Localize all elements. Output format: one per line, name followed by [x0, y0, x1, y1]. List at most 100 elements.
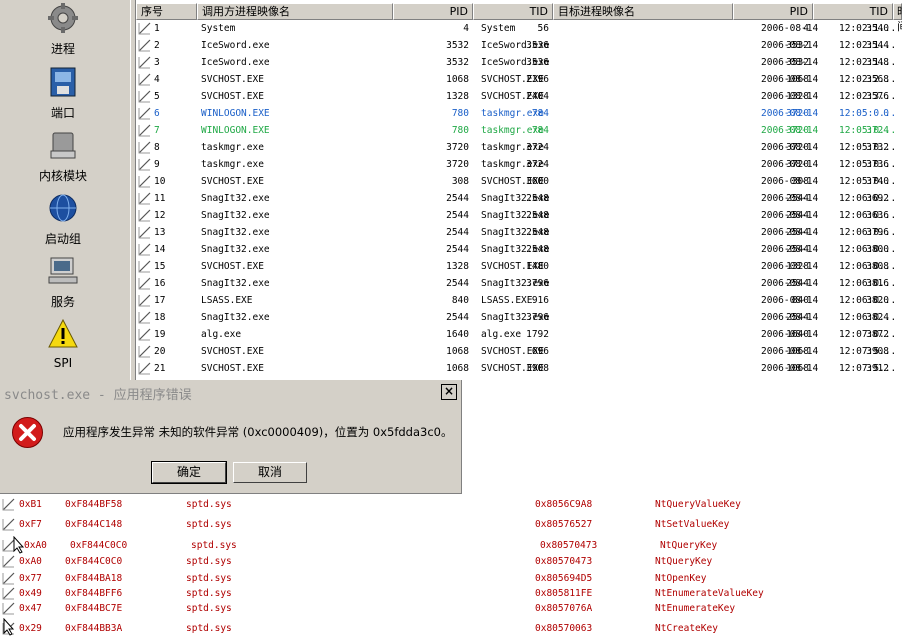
column-header-caller-tid[interactable]: TID: [473, 3, 553, 20]
cell-module: sptd.sys: [191, 540, 237, 551]
cancel-button[interactable]: 取消: [233, 462, 307, 483]
cell-target-image: SnagIt32.exe: [481, 312, 550, 323]
cell-time: 12:05:0...: [839, 108, 897, 119]
cell-target-image: SnagIt32.exe: [481, 278, 550, 289]
cell-target-image: taskmgr.exe: [481, 108, 544, 119]
cell-caller-image: SnagIt32.exe: [201, 312, 270, 323]
row-item-icon: [2, 518, 15, 531]
table-row[interactable]: 6 WINLOGON.EXE 780 784 taskmgr.exe 3720 0 2006-…: [136, 105, 902, 122]
cell-caller-pid: 1328: [446, 261, 469, 272]
table-row[interactable]: 7 WINLOGON.EXE 780 784 taskmgr.exe 3720 3724 20…: [136, 122, 902, 139]
cell-date: 2006-08-14: [761, 176, 819, 187]
gear-icon: [48, 3, 78, 33]
table-row[interactable]: 9 taskmgr.exe 3720 3724 taskmgr.exe 3720 3736 2…: [136, 156, 902, 173]
cell-no: 17: [154, 295, 166, 306]
ok-button[interactable]: 确定: [151, 461, 227, 484]
table-row[interactable]: 3 IceSword.exe 3532 3536 IceSword.exe 3532 354…: [136, 54, 902, 71]
table-row[interactable]: 5 SVCHOST.EXE 1328 2404 SVCHOST.EXE 1328 3576 2…: [136, 88, 902, 105]
cell-target-image: SnagIt32.exe: [481, 210, 550, 221]
list-item[interactable]: 0x29 0xF844BB3A sptd.sys 0x80570063 NtCreate…: [0, 622, 902, 637]
cell-date: 2006-08-14: [761, 159, 819, 170]
column-header-caller-pid[interactable]: PID: [393, 3, 473, 20]
cell-caller-image: LSASS.EXE: [201, 295, 253, 306]
table-row[interactable]: 21 SVCHOST.EXE 1068 3908 SVCHOST.EXE 1068 3912…: [136, 360, 902, 377]
column-header-caller-image[interactable]: 调用方进程映像名: [197, 3, 393, 20]
list-item[interactable]: 0xA0 0xF844C0C0 sptd.sys 0x80570473 NtQueryK…: [0, 555, 902, 570]
cell-caller-image: SVCHOST.EXE: [201, 176, 264, 187]
list-item[interactable]: 0x77 0xF844BA18 sptd.sys 0x805694D5 NtOpenKe…: [0, 572, 902, 587]
cell-date: 2006-08-14: [761, 278, 819, 289]
cell-time: 12:05:0...: [839, 176, 897, 187]
table-row[interactable]: 1 System 4 56 System 4 3540 2006-08-14 12:02:1..…: [136, 20, 902, 37]
table-row[interactable]: 2 IceSword.exe 3532 3536 IceSword.exe 3532 354…: [136, 37, 902, 54]
row-item-icon: [2, 602, 15, 615]
close-button[interactable]: ×: [441, 384, 457, 400]
row-item-icon: [138, 192, 151, 205]
row-item-icon: [138, 56, 151, 69]
cell-date: 2006-08-14: [761, 244, 819, 255]
cell-target-image: taskmgr.exe: [481, 125, 544, 136]
cell-caller-image: SnagIt32.exe: [201, 278, 270, 289]
sidebar-item-port[interactable]: 端口: [0, 66, 126, 121]
cell-hook-address: 0xF844BA18: [65, 573, 123, 584]
cell-module: sptd.sys: [186, 623, 232, 634]
row-item-icon: [138, 175, 151, 188]
sidebar-item-spi[interactable]: SPI: [0, 318, 126, 370]
table-row[interactable]: 20 SVCHOST.EXE 1068 696 SVCHOST.EXE 1068 3908 2…: [136, 343, 902, 360]
cell-date: 2006-08-14: [761, 40, 819, 51]
list-item[interactable]: 0x49 0xF844BFF6 sptd.sys 0x805811FE NtEnumer…: [0, 587, 902, 602]
sidebar: 进程 端口 内核模块 启动组 服务 SPI: [0, 0, 130, 385]
sidebar-item-label: 进程: [50, 42, 75, 56]
table-row[interactable]: 18 SnagIt32.exe 2544 3796 SnagIt32.exe 2544 38…: [136, 309, 902, 326]
cell-date: 2006-08-14: [761, 363, 819, 374]
cell-caller-pid: 780: [451, 125, 469, 136]
table-row[interactable]: 19 alg.exe 1640 1792 alg.exe 1640 3872 2006-08-…: [136, 326, 902, 343]
cell-no: 13: [154, 227, 166, 238]
sidebar-item-startup[interactable]: 启动组: [0, 192, 126, 247]
cell-target-image: taskmgr.exe: [481, 159, 544, 170]
cell-caller-image: SVCHOST.EXE: [201, 74, 264, 85]
column-header-target-pid[interactable]: PID: [733, 3, 813, 20]
table-row[interactable]: 12 SnagIt32.exe 2544 2548 SnagIt32.exe 2544 36…: [136, 207, 902, 224]
cell-caller-pid: 2544: [446, 312, 469, 323]
column-header-no[interactable]: 序号: [136, 3, 197, 20]
cell-date: 2006-08-14: [761, 74, 819, 85]
list-item[interactable]: 0xF7 0xF844C148 sptd.sys 0x80576527 NtSetVal…: [0, 518, 902, 533]
cell-no: 8: [154, 142, 160, 153]
table-row[interactable]: 15 SVCHOST.EXE 1328 1480 SVCHOST.EXE 1328 3808…: [136, 258, 902, 275]
cell-hook-address: 0xF844BF58: [65, 499, 123, 510]
table-row[interactable]: 11 SnagIt32.exe 2544 2548 SnagIt32.exe 2544 36…: [136, 190, 902, 207]
cell-original-address: 0x805694D5: [535, 573, 593, 584]
table-row[interactable]: 16 SnagIt32.exe 2544 3796 SnagIt32.exe 2544 38…: [136, 275, 902, 292]
cell-function: NtSetValueKey: [655, 519, 730, 530]
row-item-icon: [138, 158, 151, 171]
cell-caller-pid: 1640: [446, 329, 469, 340]
list-item[interactable]: 0xA0 0xF844C0C0 sptd.sys 0x80570473 NtQueryK…: [0, 539, 902, 554]
list-item[interactable]: 0xB1 0xF844BF58 sptd.sys 0x8056C9A8 NtQueryV…: [0, 498, 902, 513]
cell-no: 16: [154, 278, 166, 289]
cell-date: 2006-08-14: [761, 312, 819, 323]
cell-caller-image: taskmgr.exe: [201, 159, 264, 170]
list-item[interactable]: 0x47 0xF844BC7E sptd.sys 0x8057076A NtEnumer…: [0, 602, 902, 617]
table-row[interactable]: 8 taskmgr.exe 3720 3724 taskmgr.exe 3720 3732 2…: [136, 139, 902, 156]
cell-caller-image: WINLOGON.EXE: [201, 108, 270, 119]
cell-target-image: alg.exe: [481, 329, 522, 340]
row-item-icon: [138, 294, 151, 307]
table-row[interactable]: 14 SnagIt32.exe 2544 2548 SnagIt32.exe 2544 38…: [136, 241, 902, 258]
sidebar-item-process[interactable]: 进程: [0, 2, 126, 57]
column-header-target-image[interactable]: 目标进程映像名: [553, 3, 733, 20]
table-row[interactable]: 4 SVCHOST.EXE 1068 2396 SVCHOST.EXE 1068 3568 2…: [136, 71, 902, 88]
sidebar-item-services[interactable]: 服务: [0, 255, 126, 310]
table-row[interactable]: 13 SnagIt32.exe 2544 2548 SnagIt32.exe 2544 37…: [136, 224, 902, 241]
dialog-message: 应用程序发生异常 未知的软件异常 (0xc0000409)，位置为 0x5fdd…: [63, 425, 453, 439]
cell-target-image: SVCHOST.EXE: [481, 176, 544, 187]
hook-list: 0xB1 0xF844BF58 sptd.sys 0x8056C9A8 NtQueryV…: [0, 494, 902, 639]
table-row[interactable]: 10 SVCHOST.EXE 308 3600 SVCHOST.EXE 308 3740 20…: [136, 173, 902, 190]
cell-function: NtQueryKey: [655, 556, 713, 567]
column-header-time[interactable]: 时间: [893, 3, 902, 33]
table-row[interactable]: 17 LSASS.EXE 840 916 LSASS.EXE 840 3820 2006-08…: [136, 292, 902, 309]
cell-caller-image: WINLOGON.EXE: [201, 125, 270, 136]
column-header-target-tid[interactable]: TID: [813, 3, 893, 20]
sidebar-item-kernel-modules[interactable]: 内核模块: [0, 129, 126, 184]
cell-hook-address: 0xF844C148: [65, 519, 123, 530]
